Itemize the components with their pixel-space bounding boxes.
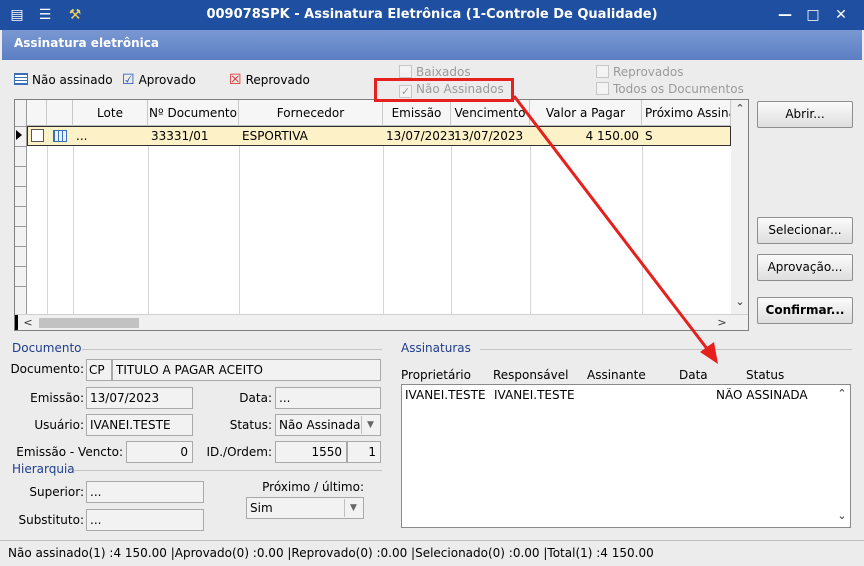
annotation-arrow: [512, 95, 718, 364]
